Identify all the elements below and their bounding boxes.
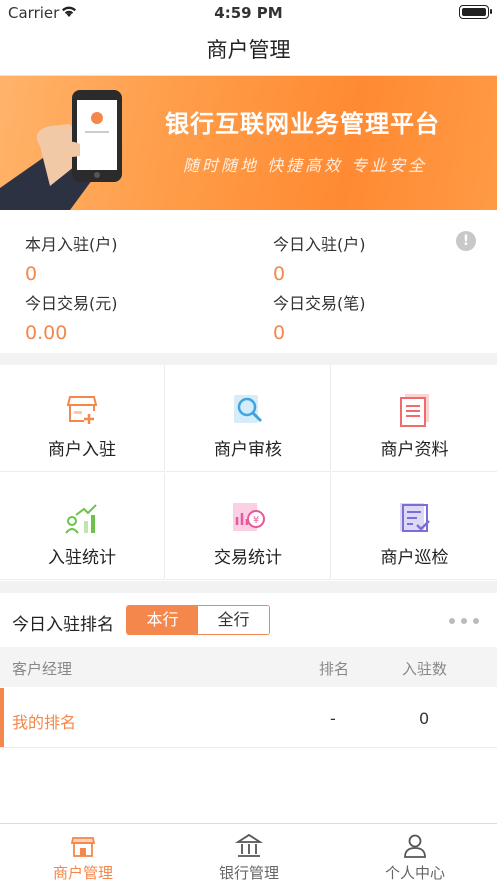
stat-label: 今日入驻(户) [273, 235, 366, 254]
info-icon[interactable]: ! [456, 231, 476, 251]
clock: 4:59 PM [214, 4, 283, 22]
grid-item-merchant-info[interactable]: 商户资料 [332, 365, 497, 472]
status-bar: Carrier 4:59 PM [0, 0, 497, 26]
grid-item-onboard-stats[interactable]: 入驻统计 [0, 473, 165, 580]
column-header-count: 入驻数 [402, 660, 448, 678]
store-add-icon [66, 396, 98, 424]
row-name: 我的排名 [12, 713, 77, 732]
grid-item-trade-stats[interactable]: ¥ 交易统计 [166, 473, 331, 580]
store-icon [70, 837, 96, 857]
stat-label: 今日交易(元) [25, 294, 118, 313]
phone-in-hand-illustration [0, 90, 122, 210]
tab-label: 个人中心 [384, 864, 445, 882]
stat-value: 0 [25, 263, 38, 285]
grid-item-label: 交易统计 [214, 548, 282, 568]
row-highlight-bar [0, 688, 4, 747]
documents-icon [399, 394, 429, 427]
grid-item-label: 商户资料 [380, 440, 449, 460]
grid-item-label: 商户巡检 [380, 548, 449, 568]
ranking-header: 今日入驻排名 本行 全行 [0, 593, 497, 647]
tab-label: 商户管理 [52, 864, 113, 882]
grid-item-label: 商户入驻 [48, 440, 116, 460]
ranking-table-header: 客户经理 排名 入驻数 [0, 647, 497, 687]
stat-today-amount: 今日交易(元) 0.00 [25, 290, 118, 344]
grid-item-merchant-inspect[interactable]: 商户巡检 [332, 473, 497, 580]
tab-all-bank[interactable]: 全行 [198, 606, 269, 634]
column-header-manager: 客户经理 [12, 660, 73, 678]
tab-merchant-management[interactable]: 商户管理 [0, 824, 166, 883]
stat-today-count: 今日交易(笔) 0 [273, 290, 366, 344]
banner-slogan: 随时随地 快捷高效 专业安全 [183, 156, 428, 175]
bank-icon [235, 833, 263, 857]
column-header-rank: 排名 [319, 660, 350, 678]
page-title: 商户管理 [206, 38, 291, 62]
function-grid: 商户入驻 商户审核 商户资料 入驻统计 ¥ 交易统计 商户巡检 [0, 365, 497, 581]
ranking-section: 今日入驻排名 本行 全行 客户经理 排名 入驻数 我的排名 - 0 [0, 593, 497, 823]
ranking-title: 今日入驻排名 [12, 615, 114, 635]
tab-personal-center[interactable]: 个人中心 [332, 824, 497, 883]
stat-value: 0 [273, 263, 286, 285]
tab-bank-management[interactable]: 银行管理 [166, 824, 332, 883]
trade-chart-icon: ¥ [233, 503, 265, 531]
grid-item-label: 商户审核 [214, 440, 282, 460]
stat-value: 0.00 [25, 322, 68, 344]
ranking-scope-toggle: 本行 全行 [126, 605, 270, 635]
tab-label: 银行管理 [218, 864, 279, 882]
tab-this-bank[interactable]: 本行 [127, 606, 198, 634]
svg-text:¥: ¥ [253, 515, 259, 526]
grid-item-merchant-onboard[interactable]: 商户入驻 [0, 365, 165, 472]
grid-item-label: 入驻统计 [48, 548, 116, 568]
battery-icon [459, 5, 492, 19]
grid-item-merchant-review[interactable]: 商户审核 [166, 365, 331, 472]
nav-bar: 商户管理 [0, 26, 497, 76]
row-rank: - [330, 709, 336, 728]
more-icon[interactable] [449, 618, 479, 624]
row-count: 0 [419, 709, 430, 728]
tab-bar: 商户管理 银行管理 个人中心 [0, 823, 497, 883]
growth-chart-icon [65, 504, 97, 534]
user-icon [404, 834, 426, 858]
stats-panel: 本月入驻(户) 0 今日入驻(户) 0 今日交易(元) 0.00 今日交易(笔)… [0, 210, 497, 353]
stat-value: 0 [273, 322, 286, 344]
table-row[interactable]: 我的排名 - 0 [0, 688, 497, 748]
stat-month-onboard: 本月入驻(户) 0 [25, 231, 118, 285]
banner-title: 银行互联网业务管理平台 [165, 110, 440, 138]
search-doc-icon [234, 395, 263, 423]
checklist-icon [399, 503, 430, 532]
stat-label: 今日交易(笔) [273, 294, 366, 313]
stat-label: 本月入驻(户) [25, 235, 118, 254]
banner[interactable]: 银行互联网业务管理平台 随时随地 快捷高效 专业安全 [0, 76, 497, 210]
stat-today-onboard: 今日入驻(户) 0 [273, 231, 366, 285]
